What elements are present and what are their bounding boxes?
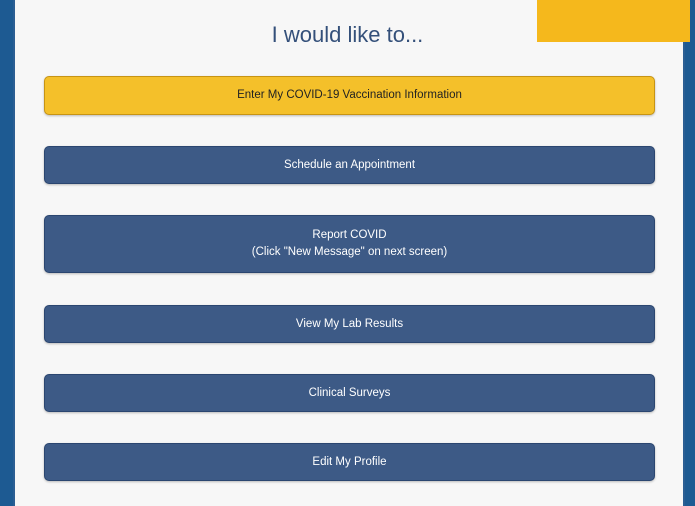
report-covid-hint: (Click "New Message" on next screen) [251, 246, 448, 258]
view-lab-results-label: View My Lab Results [295, 317, 404, 330]
view-lab-results-button[interactable]: View My Lab Results [44, 305, 655, 343]
enter-vaccination-info-label: Enter My COVID-19 Vaccination Informatio… [237, 89, 462, 101]
edit-profile-label: Edit My Profile [312, 455, 387, 468]
report-covid-label: Report COVID [312, 229, 387, 241]
schedule-appointment-button[interactable]: Schedule an Appointment [44, 146, 655, 184]
schedule-appointment-label: Schedule an Appointment [283, 158, 416, 171]
report-covid-button[interactable]: Report COVID (Click "New Message" on nex… [44, 215, 655, 273]
page-title: I would like to... [271, 22, 424, 47]
edit-profile-button[interactable]: Edit My Profile [44, 443, 655, 481]
clinical-surveys-button[interactable]: Clinical Surveys [44, 374, 655, 412]
clinical-surveys-label: Clinical Surveys [308, 386, 391, 399]
enter-vaccination-info-button[interactable]: Enter My COVID-19 Vaccination Informatio… [44, 76, 655, 115]
